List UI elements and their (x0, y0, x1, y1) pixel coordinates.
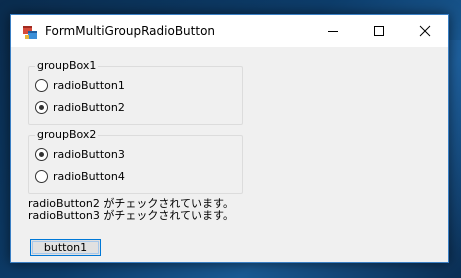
minimize-button[interactable] (310, 15, 356, 47)
title-bar[interactable]: FormMultiGroupRadioButton (11, 15, 448, 47)
status-label-2: radioButton3 がチェックされています。 (28, 209, 234, 222)
groupbox-1-label: groupBox1 (35, 59, 99, 72)
maximize-button[interactable] (356, 15, 402, 47)
radio-button-4[interactable]: radioButton4 (35, 167, 125, 185)
minimize-icon (327, 22, 339, 41)
button1[interactable]: button1 (30, 239, 101, 256)
radio-button-3-checked-dot (39, 151, 44, 157)
radio-button-4-circle[interactable] (35, 169, 48, 183)
desktop-background: FormMultiGroupRadioButton groupBox1 radi… (0, 0, 461, 278)
close-button[interactable] (402, 15, 448, 47)
radio-button-2-checked-dot (39, 104, 44, 110)
close-icon (419, 22, 431, 41)
groupbox-1: groupBox1 radioButton1 radioButton2 (28, 59, 243, 125)
winforms-app-icon (22, 24, 38, 40)
radio-button-2-circle[interactable] (35, 100, 48, 114)
radio-button-3-circle[interactable] (35, 147, 48, 161)
radio-button-4-label: radioButton4 (53, 169, 125, 183)
radio-button-1-circle[interactable] (35, 78, 48, 92)
radio-button-3-label: radioButton3 (53, 147, 125, 161)
groupbox-2-label: groupBox2 (35, 128, 99, 141)
maximize-icon (373, 22, 385, 41)
groupbox-2: groupBox2 radioButton3 radioButton4 (28, 128, 243, 194)
radio-button-1[interactable]: radioButton1 (35, 76, 125, 94)
radio-button-3[interactable]: radioButton3 (35, 145, 125, 163)
app-window: FormMultiGroupRadioButton groupBox1 radi… (10, 14, 449, 263)
window-title: FormMultiGroupRadioButton (45, 24, 216, 38)
radio-button-2[interactable]: radioButton2 (35, 98, 125, 116)
form-client-area: groupBox1 radioButton1 radioButton2 grou… (11, 47, 448, 262)
radio-button-2-label: radioButton2 (53, 100, 125, 114)
radio-button-1-label: radioButton1 (53, 78, 125, 92)
